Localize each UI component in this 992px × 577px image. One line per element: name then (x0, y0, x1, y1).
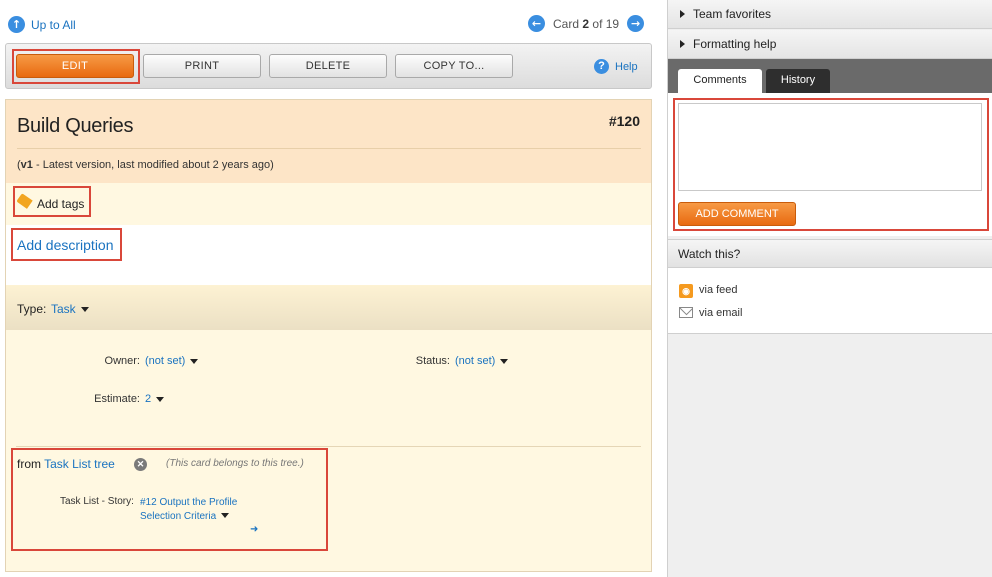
formatting-help-label: Formatting help (693, 37, 777, 51)
estimate-value: 2 (145, 393, 152, 405)
add-description-link[interactable]: Add description (17, 237, 114, 253)
tree-link[interactable]: Task List tree (44, 457, 115, 471)
card-total: of 19 (592, 16, 620, 31)
comments-tabbar: Comments History (668, 59, 992, 93)
print-button[interactable]: PRINT (143, 54, 261, 78)
chevron-down-icon (221, 513, 230, 519)
status-value: (not set) (455, 355, 496, 367)
type-dropdown[interactable]: Task (51, 302, 89, 316)
status-label: Status: (415, 355, 450, 367)
tab-history[interactable]: History (766, 69, 830, 93)
tree-relationship-label: Task List - Story: (60, 496, 134, 507)
arrow-right-icon[interactable]: ➜ (250, 524, 258, 535)
watch-title: Watch this? (678, 247, 741, 261)
card-version: (v1 - Latest version, last modified abou… (17, 159, 274, 171)
card-current: 2 (582, 16, 590, 31)
formatting-help-toggle[interactable]: Formatting help (668, 30, 992, 59)
card-pagination: ← Card 2 of 19 → (528, 15, 645, 32)
comment-input[interactable] (678, 103, 982, 191)
help-label: Help (615, 60, 638, 73)
card-title: Build Queries (17, 115, 134, 137)
card-header: Build Queries #120 (v1 - Latest version,… (6, 100, 651, 183)
right-sidebar: Team favorites Formatting help Comments … (667, 0, 992, 577)
status-dropdown[interactable]: (not set) (455, 355, 509, 367)
previous-card-icon[interactable]: ← (528, 15, 545, 32)
type-row: Type: Task (6, 285, 651, 330)
delete-button[interactable]: DELETE (269, 54, 387, 78)
watch-via-feed[interactable]: via feed (699, 284, 738, 296)
mail-icon (679, 307, 693, 318)
card-number: #120 (608, 113, 640, 129)
expand-triangle-icon (680, 40, 685, 48)
tree-from-label: from (17, 457, 41, 471)
team-favorites-label: Team favorites (693, 7, 772, 21)
comments-panel: ADD COMMENT (668, 93, 992, 236)
card-toolbar: EDIT PRINT DELETE COPY TO... ? Help (5, 43, 652, 89)
help-link[interactable]: ? Help (594, 59, 638, 74)
add-comment-button[interactable]: ADD COMMENT (678, 202, 796, 226)
version-number: v1 (20, 159, 33, 171)
expand-triangle-icon (680, 10, 685, 18)
tree-source: from Task List tree (17, 457, 115, 471)
chevron-down-icon (500, 358, 509, 364)
type-value: Task (51, 302, 76, 316)
description-row: Add description (6, 225, 651, 285)
card-panel: Build Queries #120 (v1 - Latest version,… (5, 99, 652, 572)
owner-value: (not set) (145, 355, 186, 367)
tree-divider (16, 446, 641, 447)
watch-panel: ◉ via feed via email (668, 268, 992, 334)
edit-button[interactable]: EDIT (16, 54, 134, 78)
tag-icon (16, 193, 33, 209)
add-tags-link[interactable]: Add tags (37, 197, 84, 211)
watch-via-email[interactable]: via email (699, 307, 742, 319)
type-label: Type: (17, 302, 47, 316)
team-favorites-toggle[interactable]: Team favorites (668, 0, 992, 29)
tags-row: Add tags (6, 183, 651, 225)
chevron-down-icon (156, 396, 165, 402)
version-details: - Latest version, last modified about 2 … (32, 159, 274, 171)
up-to-all-link[interactable]: ↑ Up to All (8, 16, 76, 33)
remove-from-tree-icon[interactable]: ✕ (134, 458, 147, 471)
chevron-down-icon (80, 307, 89, 313)
copy-to-button[interactable]: COPY TO... (395, 54, 513, 78)
header-divider (17, 148, 641, 149)
chevron-down-icon (190, 358, 199, 364)
card-prefix: Card (553, 16, 580, 31)
estimate-dropdown[interactable]: 2 (145, 393, 165, 405)
owner-label: Owner: (104, 355, 140, 367)
watch-header: Watch this? (668, 239, 992, 268)
tree-relationship-value[interactable]: #12 Output the Profile Selection Criteri… (140, 496, 240, 523)
card-position: Card 2 of 19 (553, 17, 619, 31)
next-card-icon[interactable]: → (627, 15, 645, 32)
tree-note: (This card belongs to this tree.) (166, 458, 304, 469)
tab-comments[interactable]: Comments (678, 69, 762, 93)
help-icon: ? (594, 59, 609, 74)
up-to-all-label: Up to All (31, 17, 76, 32)
rss-icon: ◉ (679, 284, 693, 298)
owner-dropdown[interactable]: (not set) (145, 355, 199, 367)
estimate-label: Estimate: (94, 393, 140, 405)
arrow-up-icon: ↑ (8, 16, 25, 33)
